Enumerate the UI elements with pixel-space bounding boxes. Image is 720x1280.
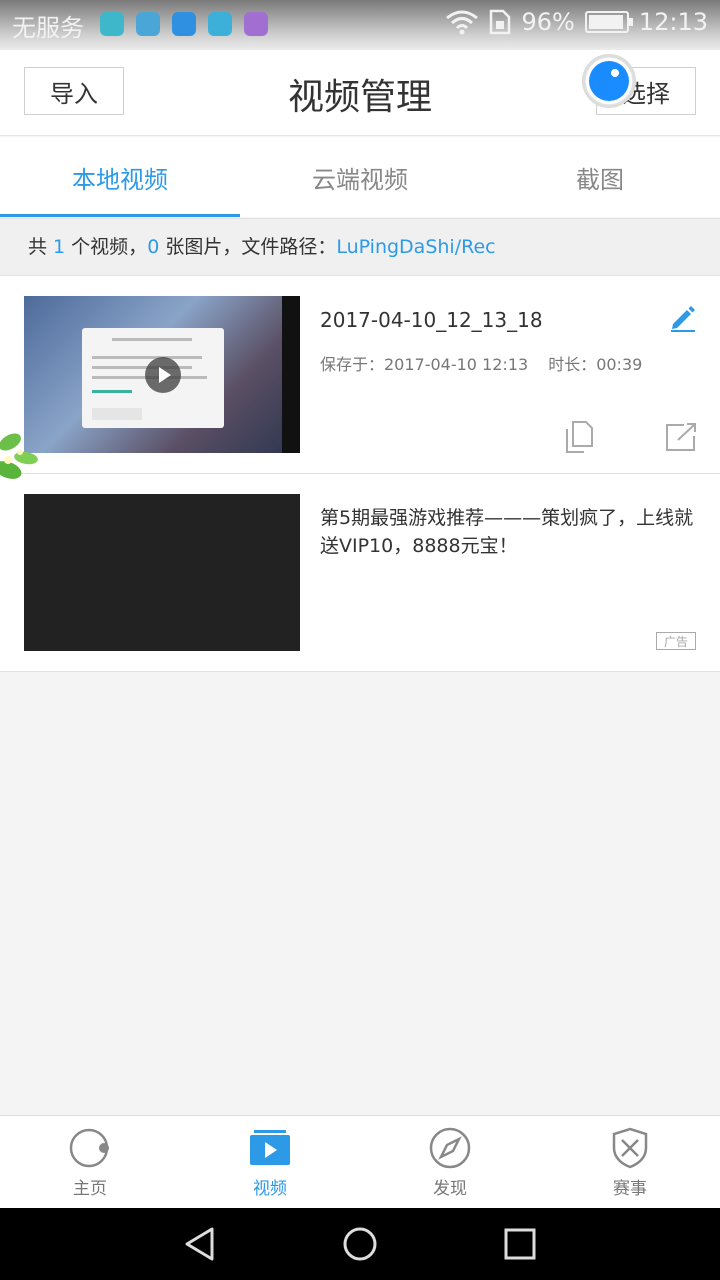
tab-bar: 本地视频 云端视频 截图 <box>0 137 720 217</box>
image-count: 0 <box>147 236 160 258</box>
nav-video[interactable]: 视频 <box>180 1116 360 1208</box>
video-thumbnail[interactable] <box>24 296 300 453</box>
saved-time: 保存于：2017-04-10 12:13 <box>320 355 529 374</box>
battery-percent: 96% <box>521 8 575 36</box>
video-meta: 保存于：2017-04-10 12:13 时长：00:39 <box>320 351 642 375</box>
shield-swords-icon <box>612 1127 648 1169</box>
summary-mid2: 张图片，文件路径： <box>159 236 337 258</box>
compass-icon <box>429 1127 471 1169</box>
file-summary: 共 1 个视频，0 张图片，文件路径：LuPingDaShi/Rec <box>0 218 720 276</box>
video-play-icon <box>250 1130 290 1165</box>
summary-mid1: 个视频， <box>65 236 148 258</box>
ad-badge: 广告 <box>656 632 696 650</box>
tab-cloud-videos[interactable]: 云端视频 <box>240 137 480 217</box>
play-icon[interactable] <box>145 357 181 393</box>
notification-app-icon <box>136 12 160 36</box>
video-duration: 时长：00:39 <box>548 355 643 374</box>
battery-icon <box>584 11 633 33</box>
video-count: 1 <box>53 236 66 258</box>
notification-icons <box>100 12 268 36</box>
leaf-decoration-icon <box>0 433 38 479</box>
bottom-nav: 主页 视频 发现 赛事 <box>0 1115 720 1208</box>
nav-video-label: 视频 <box>253 1179 287 1199</box>
notification-app-icon <box>100 12 124 36</box>
wifi-icon <box>446 10 479 35</box>
home-icon[interactable] <box>342 1226 378 1262</box>
video-list-item[interactable]: 2017-04-10_12_13_18 保存于：2017-04-10 12:13… <box>0 276 720 474</box>
notification-app-icon <box>208 12 232 36</box>
nav-home-label: 主页 <box>73 1179 107 1199</box>
summary-prefix: 共 <box>28 236 54 258</box>
carrier-text: 无服务 <box>12 14 84 42</box>
status-right: 96% 12:13 <box>445 8 708 36</box>
thumbnail-nav-bar <box>282 296 300 453</box>
record-ball-icon <box>589 61 629 101</box>
nav-discover-label: 发现 <box>433 1179 467 1199</box>
video-title: 2017-04-10_12_13_18 <box>320 308 543 332</box>
nav-home[interactable]: 主页 <box>0 1116 180 1208</box>
nav-events-label: 赛事 <box>613 1179 647 1199</box>
ad-title: 第5期最强游戏推荐———策划疯了，上线就送VIP10，8888元宝！ <box>320 507 694 557</box>
tab-screenshots[interactable]: 截图 <box>480 137 720 217</box>
edit-icon[interactable] <box>668 302 698 332</box>
ad-list-item[interactable]: 第5期最强游戏推荐———策划疯了，上线就送VIP10，8888元宝！ 广告 <box>0 474 720 672</box>
copy-icon[interactable] <box>564 420 594 454</box>
system-nav-bar <box>0 1208 720 1280</box>
sim-icon <box>490 9 511 35</box>
record-icon <box>69 1128 109 1168</box>
recents-icon[interactable] <box>502 1226 538 1262</box>
status-bar: 无服务 96% 12:13 <box>0 0 720 50</box>
nav-events[interactable]: 赛事 <box>540 1116 720 1208</box>
tab-local-videos[interactable]: 本地视频 <box>0 137 240 217</box>
notification-app-icon <box>172 12 196 36</box>
file-path-link[interactable]: LuPingDaShi/Rec <box>336 236 495 258</box>
back-icon[interactable] <box>182 1226 218 1262</box>
notification-app-icon <box>244 12 268 36</box>
ad-image[interactable] <box>24 494 300 651</box>
nav-discover[interactable]: 发现 <box>360 1116 540 1208</box>
clock: 12:13 <box>638 8 708 36</box>
export-icon[interactable] <box>664 422 698 452</box>
floating-record-ball[interactable] <box>582 54 636 108</box>
